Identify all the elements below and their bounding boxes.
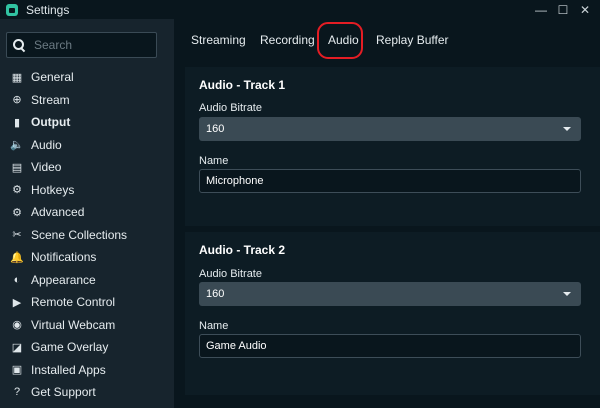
film-icon: ▤ xyxy=(11,161,23,174)
settings-sidebar: ▦ General ⊕ Stream ▮ Output 🔈 Audio ▤ Vi… xyxy=(0,19,174,408)
sidebar-item-label: Audio xyxy=(31,137,62,152)
overlay-icon: ◪ xyxy=(11,341,23,354)
section-title: Audio - Track 1 xyxy=(199,78,286,92)
tab-recording[interactable]: Recording xyxy=(260,33,315,47)
sidebar-item-remote-control[interactable]: ▶ Remote Control xyxy=(0,291,174,314)
bitrate-select[interactable]: 160 xyxy=(199,117,581,141)
search-icon xyxy=(13,39,25,51)
sidebar-item-audio[interactable]: 🔈 Audio xyxy=(0,134,174,157)
gear-icon: ⚙ xyxy=(12,184,22,197)
window-controls: — ☐ ✕ xyxy=(530,0,596,19)
section-title: Audio - Track 2 xyxy=(199,243,286,257)
help-icon: ? xyxy=(13,386,21,399)
sidebar-item-label: Scene Collections xyxy=(31,227,128,242)
bitrate-value: 160 xyxy=(206,123,225,135)
sidebar-item-get-support[interactable]: ? Get Support xyxy=(0,381,174,404)
sidebar-item-label: Video xyxy=(31,160,62,175)
palette-icon: ◐ xyxy=(13,273,21,286)
bell-icon: 🔔 xyxy=(10,251,24,264)
chevron-down-icon xyxy=(563,127,571,131)
window-title: Settings xyxy=(26,2,70,17)
globe-icon: ⊕ xyxy=(12,94,22,107)
sidebar-item-video[interactable]: ▤ Video xyxy=(0,156,174,179)
search-box[interactable] xyxy=(6,32,157,58)
speaker-icon: 🔈 xyxy=(10,139,24,152)
sidebar-item-advanced[interactable]: ⚙ Advanced xyxy=(0,201,174,224)
title-bar: Settings — ☐ ✕ xyxy=(0,0,600,19)
name-field[interactable]: Game Audio xyxy=(199,334,581,358)
audio-track-2-card: Audio - Track 2 Audio Bitrate 160 Name G… xyxy=(185,232,600,395)
gears-icon: ⚙ xyxy=(12,206,22,219)
tools-icon: ✂ xyxy=(12,229,22,242)
search-input[interactable] xyxy=(34,38,144,52)
sidebar-item-label: Virtual Webcam xyxy=(31,317,116,332)
minimize-button[interactable]: — xyxy=(530,0,552,19)
sidebar-item-label: Appearance xyxy=(31,272,96,287)
play-circle-icon: ▶ xyxy=(12,296,22,309)
bitrate-value: 160 xyxy=(206,288,225,300)
close-button[interactable]: ✕ xyxy=(574,0,596,19)
camera-icon: ◉ xyxy=(12,319,22,332)
sidebar-item-label: Game Overlay xyxy=(31,340,109,355)
sidebar-item-virtual-webcam[interactable]: ◉ Virtual Webcam xyxy=(0,314,174,337)
tab-highlight-outline xyxy=(317,22,363,59)
apps-icon: ▣ xyxy=(11,364,23,377)
sidebar-item-general[interactable]: ▦ General xyxy=(0,66,174,89)
sidebar-item-stream[interactable]: ⊕ Stream xyxy=(0,89,174,112)
sidebar-item-scene-collections[interactable]: ✂ Scene Collections xyxy=(0,224,174,247)
bitrate-label: Audio Bitrate xyxy=(199,102,262,114)
sidebar-item-label: Get Support xyxy=(31,385,96,400)
sidebar-item-label: Remote Control xyxy=(31,295,116,310)
audio-track-1-card: Audio - Track 1 Audio Bitrate 160 Name M… xyxy=(185,67,600,226)
sidebar-item-output[interactable]: ▮ Output xyxy=(0,111,174,134)
tab-replay-buffer[interactable]: Replay Buffer xyxy=(376,33,449,47)
name-field[interactable]: Microphone xyxy=(199,169,581,193)
bitrate-select[interactable]: 160 xyxy=(199,282,581,306)
bitrate-label: Audio Bitrate xyxy=(199,268,262,280)
maximize-button[interactable]: ☐ xyxy=(552,0,574,19)
name-value: Microphone xyxy=(206,175,264,187)
app-logo-icon xyxy=(6,3,18,16)
sidebar-item-appearance[interactable]: ◐ Appearance xyxy=(0,269,174,292)
sidebar-item-label: Notifications xyxy=(31,250,97,265)
sidebar-item-label: General xyxy=(31,70,74,85)
settings-nav: ▦ General ⊕ Stream ▮ Output 🔈 Audio ▤ Vi… xyxy=(0,66,174,404)
sidebar-item-label: Installed Apps xyxy=(31,362,106,377)
chevron-down-icon xyxy=(563,292,571,296)
sidebar-item-label: Stream xyxy=(31,92,70,107)
grid-icon: ▦ xyxy=(11,71,23,84)
name-label: Name xyxy=(199,155,229,167)
sidebar-item-notifications[interactable]: 🔔 Notifications xyxy=(0,246,174,269)
sidebar-item-hotkeys[interactable]: ⚙ Hotkeys xyxy=(0,179,174,202)
sidebar-item-game-overlay[interactable]: ◪ Game Overlay xyxy=(0,336,174,359)
name-value: Game Audio xyxy=(206,340,267,352)
output-tabs: Streaming Recording Audio Replay Buffer xyxy=(174,19,600,61)
sidebar-item-label: Hotkeys xyxy=(31,182,75,197)
output-icon: ▮ xyxy=(13,116,21,129)
name-label: Name xyxy=(199,320,229,332)
sidebar-item-installed-apps[interactable]: ▣ Installed Apps xyxy=(0,359,174,382)
sidebar-item-label: Output xyxy=(31,115,71,130)
sidebar-item-label: Advanced xyxy=(31,205,85,220)
tab-streaming[interactable]: Streaming xyxy=(191,33,246,47)
settings-content: Streaming Recording Audio Replay Buffer … xyxy=(174,19,600,408)
